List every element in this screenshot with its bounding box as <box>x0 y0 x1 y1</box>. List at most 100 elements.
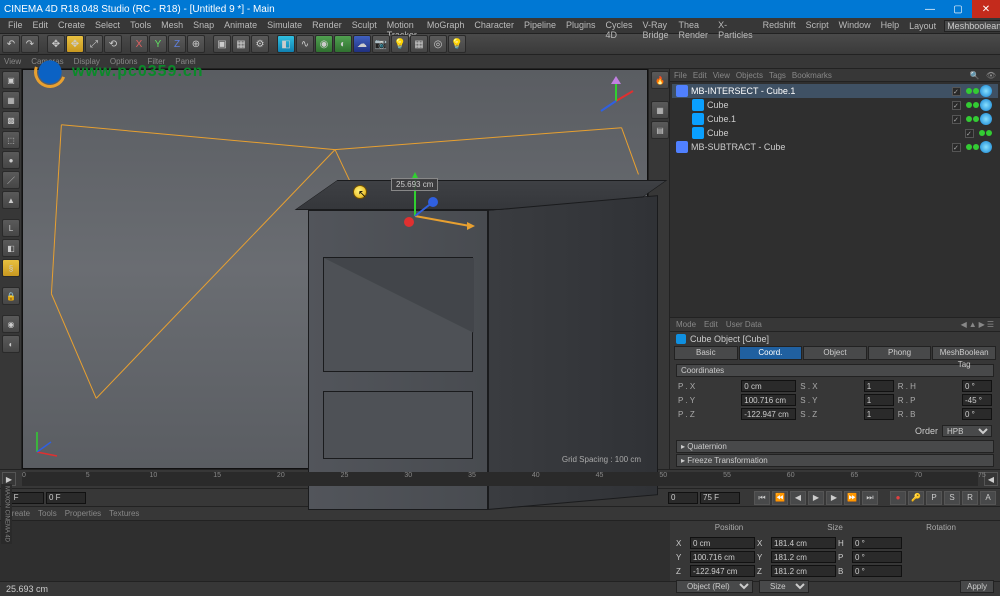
viewmenu-filter[interactable]: Filter <box>147 57 165 66</box>
redo-button[interactable]: ↷ <box>21 35 39 53</box>
menu-animate[interactable]: Animate <box>220 18 261 33</box>
om-search-icon[interactable]: 🔍 <box>970 71 980 80</box>
am-mode[interactable]: Mode <box>676 320 696 329</box>
tab-basic[interactable]: Basic <box>674 346 738 360</box>
phong-tag-icon[interactable] <box>980 141 992 153</box>
viewmenu-cameras[interactable]: Cameras <box>31 57 63 66</box>
menu-file[interactable]: File <box>4 18 27 33</box>
tab-meshboolean[interactable]: MeshBoolean Tag <box>932 346 996 360</box>
cmd-properties[interactable]: Properties <box>65 509 101 518</box>
soft-select-button[interactable]: ◐ <box>2 335 20 353</box>
apply-button[interactable]: Apply <box>960 580 994 593</box>
am-up-icon[interactable]: ▲ <box>969 320 977 329</box>
cube-primitive-button[interactable]: ◧ <box>277 35 295 53</box>
range-start-field[interactable] <box>668 492 698 504</box>
scale-tool[interactable]: ⤢ <box>85 35 103 53</box>
menu-select[interactable]: Select <box>91 18 124 33</box>
menu-motion-tracker[interactable]: Motion Tracker <box>383 18 421 33</box>
am-next-icon[interactable]: ▶ <box>979 320 985 329</box>
am-prev-icon[interactable]: ◀ <box>961 320 967 329</box>
position-field[interactable] <box>690 537 755 549</box>
point-mode-button[interactable]: ● <box>2 151 20 169</box>
generator-button[interactable]: ◉ <box>315 35 333 53</box>
render-view-button[interactable]: ▣ <box>213 35 231 53</box>
tab-phong[interactable]: Phong <box>868 346 932 360</box>
tag-button[interactable]: ◎ <box>429 35 447 53</box>
am-menu-icon[interactable]: ☰ <box>987 320 994 329</box>
key-param-button[interactable]: A <box>980 491 996 505</box>
menu-plugins[interactable]: Plugins <box>562 18 600 33</box>
order-select[interactable]: HPB <box>942 425 992 437</box>
phong-tag-icon[interactable] <box>980 113 992 125</box>
goto-start-button[interactable]: ⏮ <box>754 491 770 505</box>
object-rel-select[interactable]: Object (Rel) <box>676 580 753 593</box>
content-browser-icon[interactable]: ▦ <box>651 101 669 119</box>
axis-x-button[interactable]: X <box>130 35 148 53</box>
deformer-button[interactable]: ◐ <box>334 35 352 53</box>
environment-button[interactable]: ☁ <box>353 35 371 53</box>
cmd-textures[interactable]: Textures <box>109 509 139 518</box>
menu-create[interactable]: Create <box>54 18 89 33</box>
quaternion-section[interactable]: ▸ Quaternion <box>676 440 994 453</box>
menu-edit[interactable]: Edit <box>29 18 53 33</box>
menu-snap[interactable]: Snap <box>189 18 218 33</box>
tree-row[interactable]: MB-SUBTRACT - Cube <box>672 140 998 154</box>
am-userdata[interactable]: User Data <box>726 320 762 329</box>
menu-thea[interactable]: Thea Render <box>675 18 713 33</box>
visibility-checkbox[interactable] <box>952 115 961 124</box>
tree-row[interactable]: Cube <box>672 126 998 140</box>
tree-row[interactable]: Cube.1 <box>672 112 998 126</box>
light-button[interactable]: 💡 <box>391 35 409 53</box>
size-field[interactable] <box>771 551 836 563</box>
viewmenu-panel[interactable]: Panel <box>175 57 195 66</box>
key-scale-button[interactable]: S <box>944 491 960 505</box>
texture-mode-button[interactable]: ▩ <box>2 111 20 129</box>
position-field[interactable] <box>690 565 755 577</box>
rotation-field[interactable] <box>852 537 902 549</box>
bulb-icon[interactable]: 💡 <box>448 35 466 53</box>
timeline-track[interactable]: 051015202530354045505560657075 <box>22 472 978 486</box>
cmd-tools[interactable]: Tools <box>38 509 57 518</box>
camera-button[interactable]: 📷 <box>372 35 390 53</box>
goto-end-button[interactable]: ⏭ <box>862 491 878 505</box>
visibility-checkbox[interactable] <box>965 129 974 138</box>
current-frame-field[interactable] <box>46 492 86 504</box>
range-end-field[interactable] <box>700 492 740 504</box>
material-manager[interactable] <box>0 521 670 581</box>
visibility-checkbox[interactable] <box>952 87 961 96</box>
play-button[interactable]: ▶ <box>808 491 824 505</box>
lock-button[interactable]: 🔒 <box>2 287 20 305</box>
next-key-button[interactable]: ⏩ <box>844 491 860 505</box>
rotation-field[interactable] <box>852 551 902 563</box>
spline-button[interactable]: ∿ <box>296 35 314 53</box>
om-bookmarks[interactable]: Bookmarks <box>792 71 832 80</box>
tree-row[interactable]: Cube <box>672 98 998 112</box>
menu-render[interactable]: Render <box>308 18 346 33</box>
visibility-checkbox[interactable] <box>952 101 961 110</box>
rotation-field[interactable] <box>962 394 992 406</box>
maximize-button[interactable]: ▢ <box>944 0 972 18</box>
menu-tools[interactable]: Tools <box>126 18 155 33</box>
edge-mode-button[interactable]: ／ <box>2 171 20 189</box>
freeze-transform-section[interactable]: ▸ Freeze Transformation <box>676 454 994 467</box>
phong-tag-icon[interactable] <box>980 85 992 97</box>
om-edit[interactable]: Edit <box>693 71 707 80</box>
rotation-field[interactable] <box>852 565 902 577</box>
rotation-field[interactable] <box>962 380 992 392</box>
autokey-button[interactable]: 🔑 <box>908 491 924 505</box>
om-eye-icon[interactable]: 👁 <box>986 71 996 80</box>
position-field[interactable] <box>741 394 796 406</box>
position-field[interactable] <box>690 551 755 563</box>
menu-vray[interactable]: V-Ray Bridge <box>639 18 673 33</box>
select-tool[interactable]: ✥ <box>47 35 65 53</box>
viewport-solo-button[interactable]: ◧ <box>2 239 20 257</box>
am-edit[interactable]: Edit <box>704 320 718 329</box>
scale-field[interactable] <box>864 408 894 420</box>
snap-button[interactable]: § <box>2 259 20 277</box>
polygon-mode-button[interactable]: ▲ <box>2 191 20 209</box>
tab-object[interactable]: Object <box>803 346 867 360</box>
key-pos-button[interactable]: P <box>926 491 942 505</box>
om-objects[interactable]: Objects <box>736 71 763 80</box>
visibility-checkbox[interactable] <box>952 143 961 152</box>
viewmenu-options[interactable]: Options <box>110 57 138 66</box>
